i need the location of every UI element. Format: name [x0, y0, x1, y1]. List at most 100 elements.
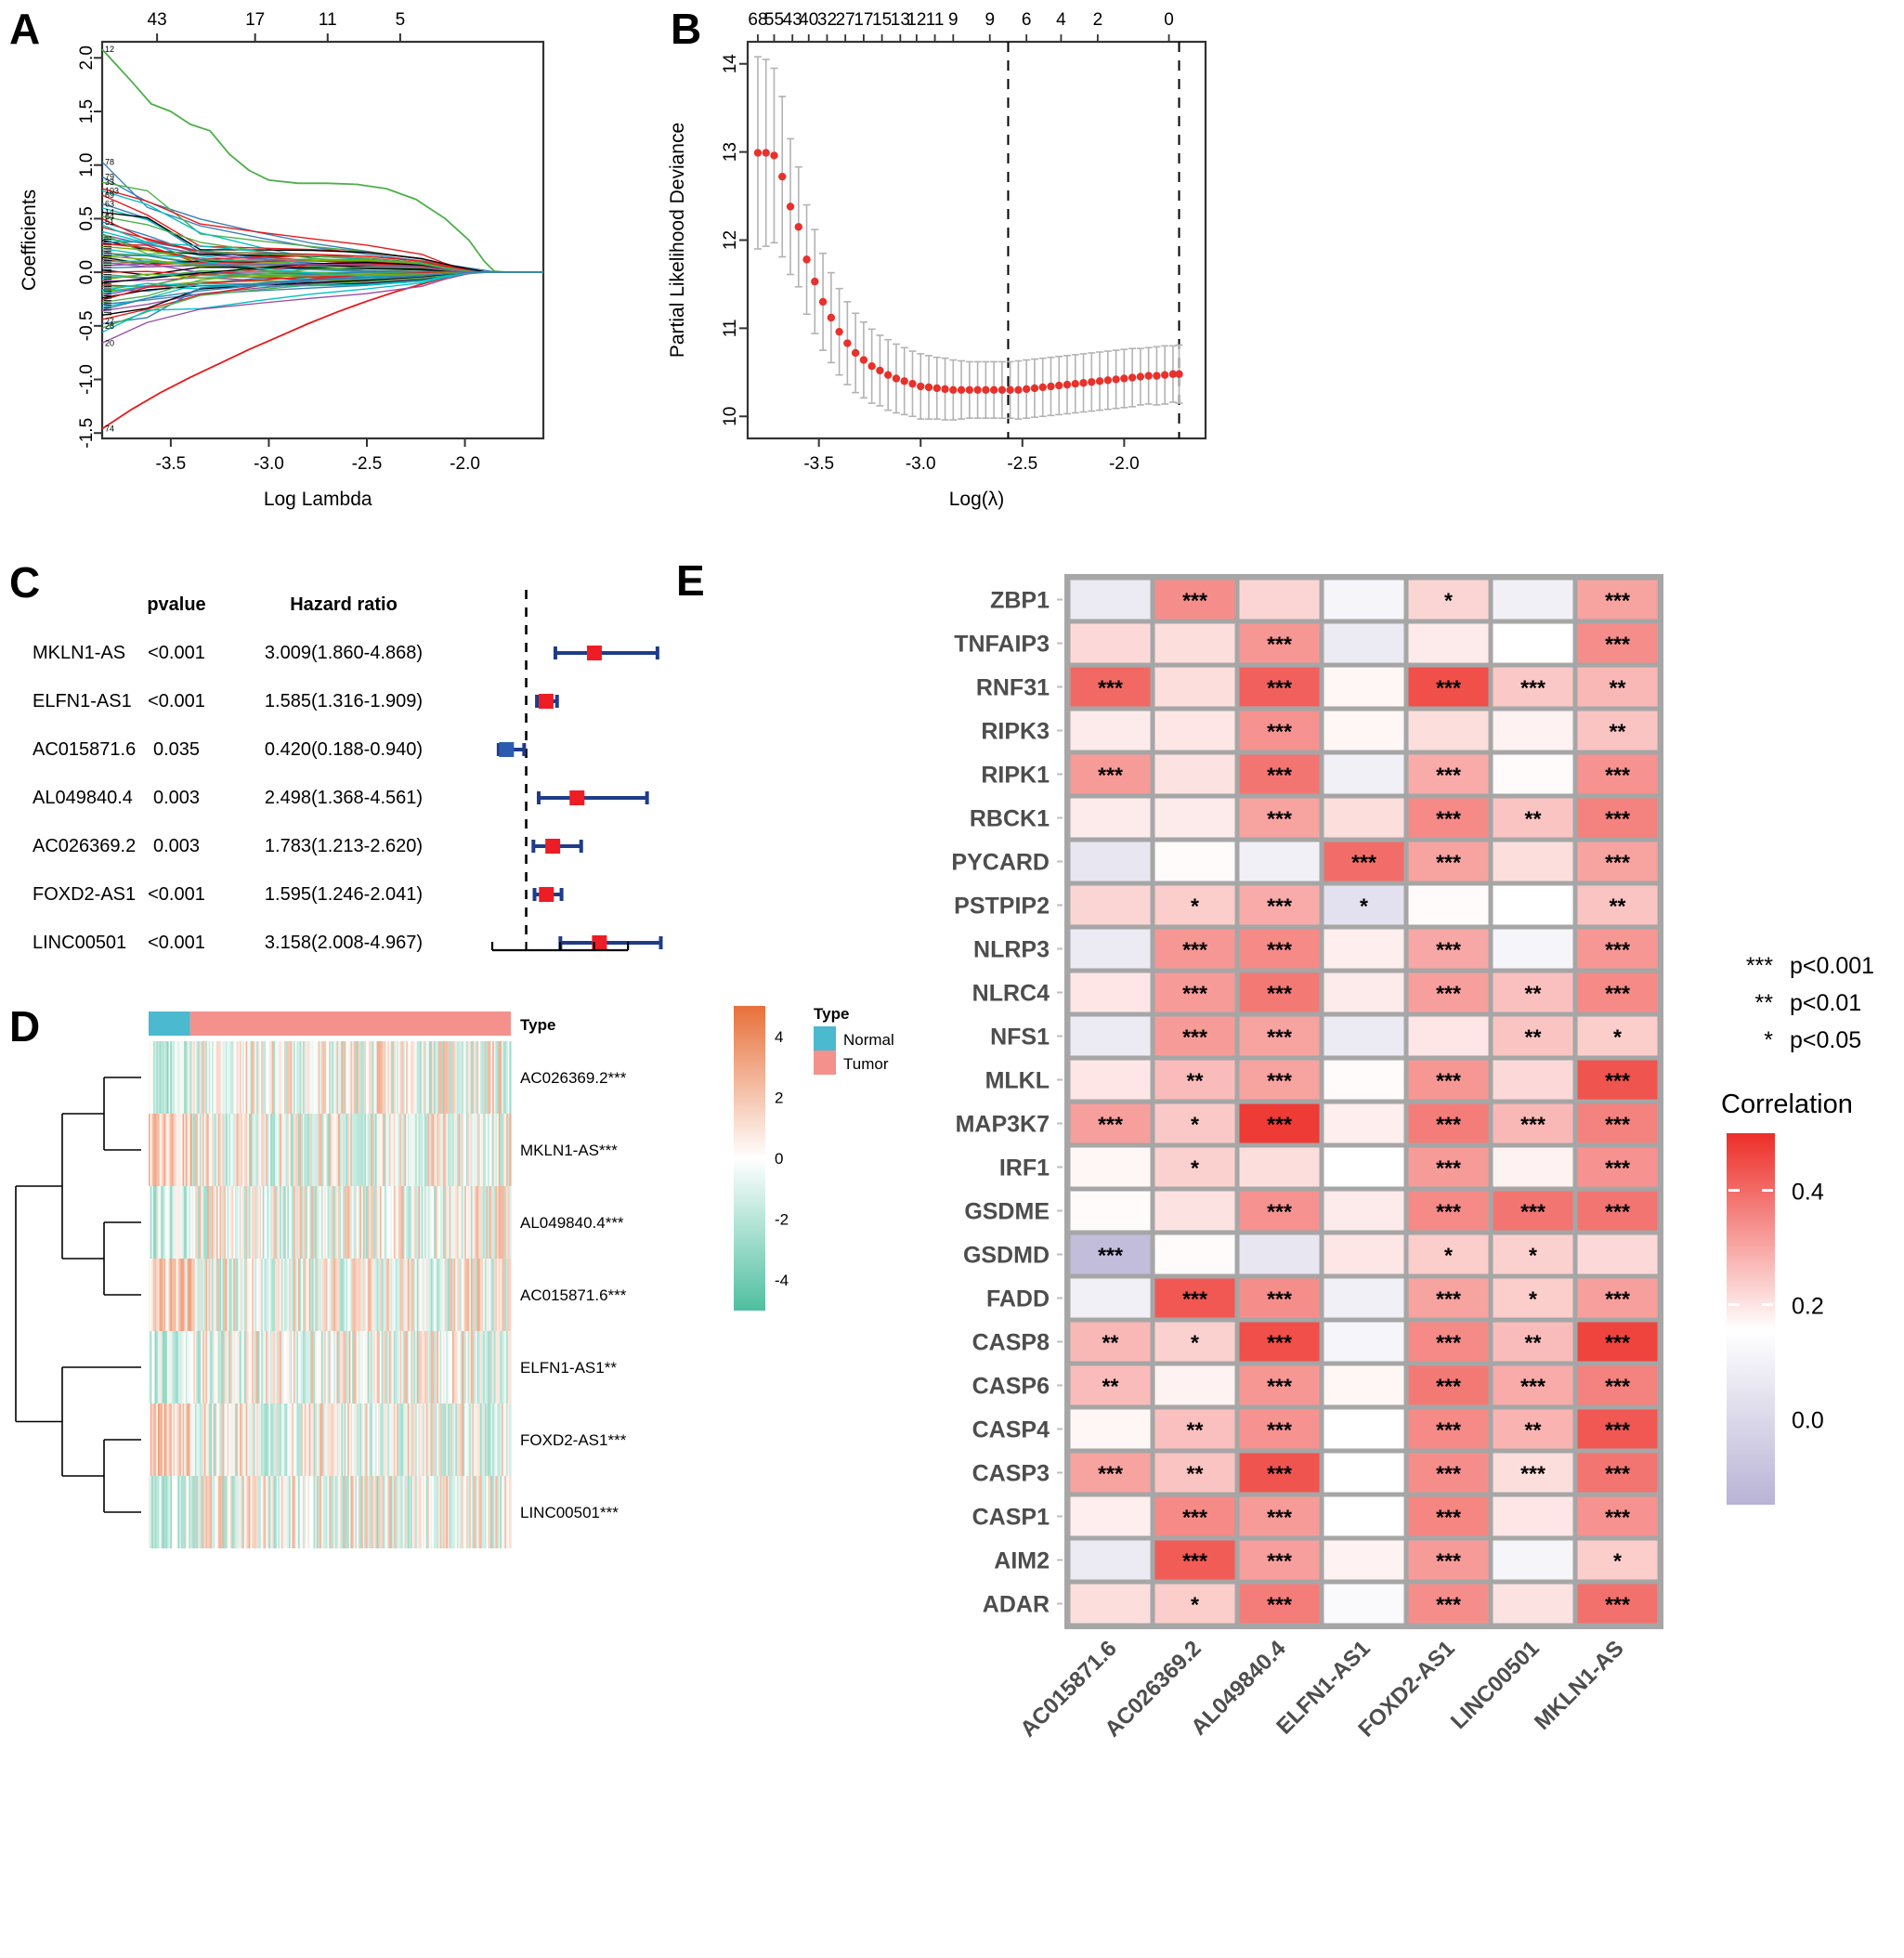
- svg-text:*: *: [1613, 1025, 1622, 1050]
- svg-text:***: ***: [1267, 1506, 1292, 1530]
- svg-text:***: ***: [1520, 1462, 1545, 1486]
- svg-text:27: 27: [836, 10, 855, 30]
- svg-text:***: ***: [1182, 938, 1207, 962]
- svg-text:CASP1: CASP1: [972, 1505, 1050, 1531]
- svg-text:FOXD2-AS1***: FOXD2-AS1***: [520, 1431, 627, 1449]
- svg-text:***: ***: [1436, 851, 1461, 875]
- svg-text:**: **: [1187, 1069, 1204, 1093]
- svg-text:0.4: 0.4: [1792, 1180, 1824, 1206]
- panel-e-correlation-heatmap: ZBP1 *** * *** TNFAIP3 *** *** RNF31 *** *** *** **…: [892, 557, 1904, 1958]
- svg-text:2: 2: [1093, 10, 1103, 30]
- svg-text:17: 17: [854, 10, 873, 30]
- svg-text:*: *: [1529, 1287, 1537, 1312]
- svg-text:**: **: [1610, 720, 1626, 744]
- svg-text:6: 6: [1022, 10, 1032, 30]
- svg-text:NFS1: NFS1: [990, 1025, 1050, 1051]
- svg-text:***: ***: [1182, 589, 1207, 613]
- svg-text:2: 2: [775, 1089, 783, 1106]
- svg-text:***: ***: [1436, 676, 1461, 700]
- svg-text:***: ***: [1605, 1462, 1630, 1486]
- svg-text:AC026369.2: AC026369.2: [33, 836, 136, 856]
- svg-text:***: ***: [1098, 764, 1123, 788]
- svg-text:GSDME: GSDME: [964, 1199, 1050, 1225]
- svg-text:9: 9: [948, 10, 959, 30]
- svg-text:RNF31: RNF31: [976, 675, 1050, 701]
- svg-text:***: ***: [1436, 1287, 1461, 1312]
- svg-text:***: ***: [1605, 1113, 1630, 1137]
- svg-text:***: ***: [1267, 1113, 1292, 1137]
- svg-text:***: ***: [1267, 1069, 1292, 1093]
- svg-text:***: ***: [1182, 1506, 1207, 1530]
- svg-text:12: 12: [721, 230, 740, 250]
- svg-text:***: ***: [1436, 1418, 1461, 1442]
- svg-text:***: ***: [1746, 953, 1773, 979]
- svg-text:12: 12: [105, 45, 114, 54]
- svg-text:***: ***: [1520, 1113, 1545, 1137]
- svg-text:11: 11: [721, 320, 740, 338]
- svg-text:***: ***: [1605, 807, 1630, 831]
- svg-text:74: 74: [105, 424, 114, 434]
- svg-text:***: ***: [1098, 1113, 1123, 1137]
- svg-text:***: ***: [1267, 894, 1292, 919]
- svg-text:0: 0: [1164, 10, 1174, 30]
- svg-text:***: ***: [1267, 676, 1292, 700]
- svg-text:CASP4: CASP4: [972, 1417, 1050, 1443]
- svg-text:***: ***: [1351, 851, 1376, 875]
- svg-text:*: *: [1360, 894, 1368, 919]
- svg-text:0.5: 0.5: [77, 206, 97, 230]
- svg-text:0.0: 0.0: [77, 260, 97, 284]
- svg-text:-0.5: -0.5: [77, 310, 97, 341]
- svg-text:**: **: [1102, 1331, 1119, 1355]
- svg-text:1.585(1.316-1.909): 1.585(1.316-1.909): [265, 691, 423, 711]
- svg-text:0: 0: [775, 1150, 783, 1168]
- svg-text:-1.0: -1.0: [77, 364, 97, 395]
- svg-text:5: 5: [396, 10, 406, 30]
- svg-text:-2: -2: [775, 1211, 789, 1229]
- svg-text:4: 4: [1056, 10, 1066, 30]
- svg-text:-2.0: -2.0: [450, 454, 480, 474]
- svg-text:1.783(1.213-2.620): 1.783(1.213-2.620): [265, 836, 423, 856]
- svg-text:***: ***: [1182, 1025, 1207, 1050]
- svg-text:***: ***: [1605, 1069, 1630, 1093]
- svg-text:ADAR: ADAR: [983, 1592, 1050, 1618]
- svg-text:***: ***: [1520, 1375, 1545, 1399]
- svg-text:Partial Likelihood Deviance: Partial Likelihood Deviance: [667, 123, 688, 358]
- panel-d-heatmap: Type AC026369.2*** MKLN1-AS*** AL049840.4**…: [0, 999, 985, 1958]
- svg-text:-3.5: -3.5: [803, 454, 834, 474]
- svg-text:***: ***: [1436, 1593, 1461, 1617]
- svg-text:1.5: 1.5: [77, 99, 97, 124]
- svg-text:***: ***: [1436, 1462, 1461, 1486]
- svg-text:**: **: [1755, 990, 1774, 1016]
- svg-text:0.420(0.188-0.940): 0.420(0.188-0.940): [265, 739, 423, 760]
- svg-text:LINC00501: LINC00501: [1446, 1636, 1545, 1734]
- svg-text:*: *: [1444, 1244, 1453, 1268]
- svg-text:2.0: 2.0: [77, 46, 97, 70]
- svg-text:-3.0: -3.0: [254, 454, 284, 474]
- svg-text:CASP6: CASP6: [972, 1374, 1050, 1400]
- svg-text:FOXD2-AS1: FOXD2-AS1: [33, 884, 136, 905]
- svg-text:RIPK3: RIPK3: [981, 719, 1050, 745]
- svg-text:1.0: 1.0: [77, 153, 97, 177]
- svg-text:11: 11: [319, 10, 337, 30]
- svg-text:78: 78: [105, 157, 114, 166]
- svg-text:**: **: [1610, 894, 1626, 919]
- svg-text:13: 13: [721, 142, 740, 162]
- svg-text:Log(λ): Log(λ): [949, 489, 1005, 510]
- svg-text:***: ***: [1267, 1593, 1292, 1617]
- svg-text:*: *: [1191, 1593, 1199, 1617]
- svg-text:1: 1: [521, 960, 531, 961]
- svg-text:p<0.05: p<0.05: [1790, 1027, 1861, 1053]
- svg-text:***: ***: [1098, 1462, 1123, 1486]
- svg-text:**: **: [1525, 982, 1542, 1006]
- svg-text:1.595(1.246-2.041): 1.595(1.246-2.041): [265, 884, 423, 905]
- svg-text:***: ***: [1605, 1331, 1630, 1355]
- svg-text:**: **: [1525, 807, 1542, 831]
- svg-text:pvalue: pvalue: [147, 594, 205, 615]
- svg-text:p<0.001: p<0.001: [1790, 953, 1874, 979]
- svg-text:***: ***: [1605, 851, 1630, 875]
- svg-text:15: 15: [872, 10, 892, 30]
- svg-text:*: *: [1191, 1113, 1199, 1137]
- svg-text:Tumor: Tumor: [843, 1055, 889, 1073]
- svg-text:4: 4: [623, 960, 633, 961]
- svg-text:***: ***: [1436, 1069, 1461, 1093]
